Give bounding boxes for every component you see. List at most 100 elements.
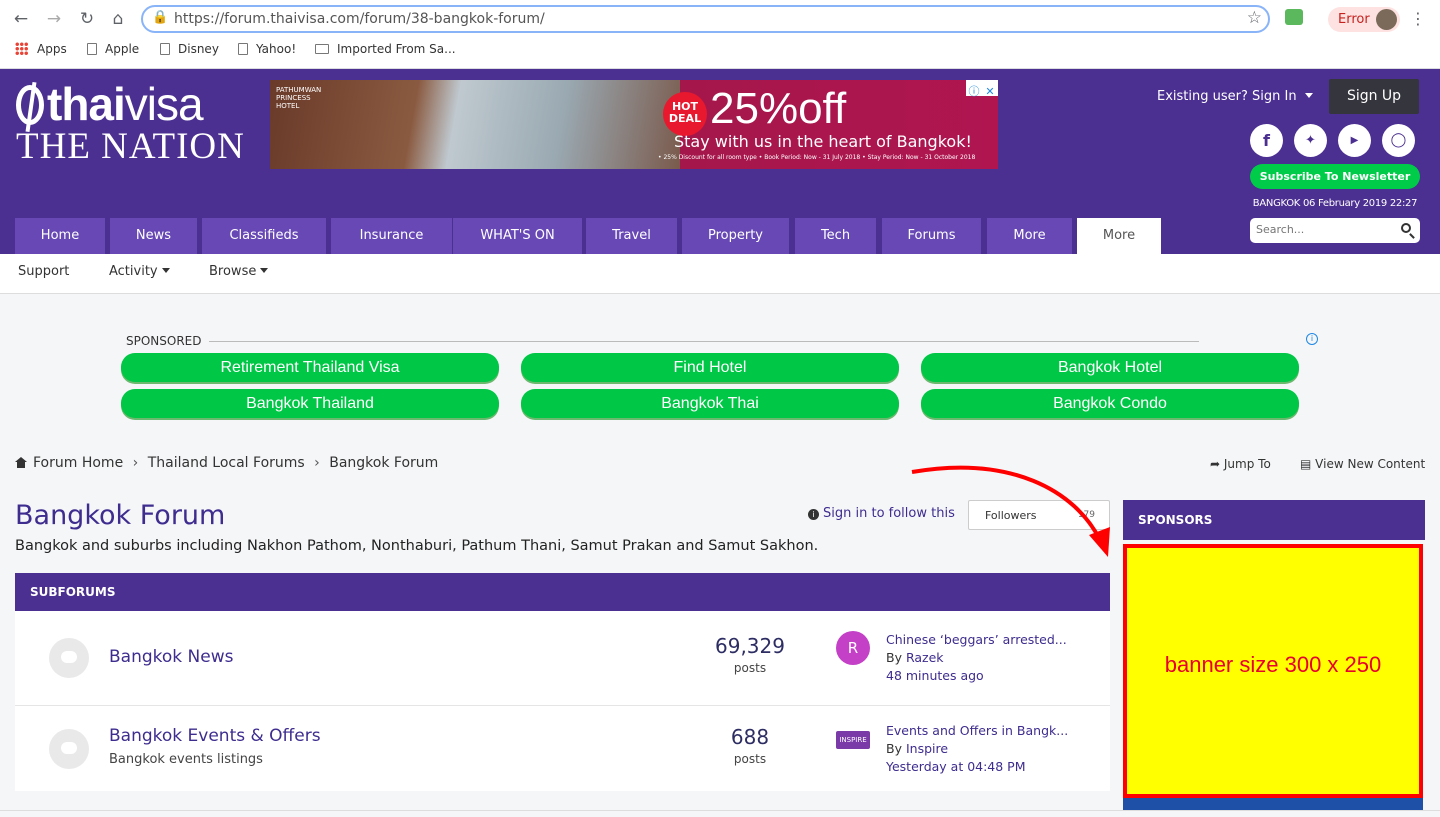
- logo-symbol-icon: [16, 85, 44, 125]
- post-count-label: posts: [733, 661, 767, 675]
- tab-travel[interactable]: Travel: [586, 218, 677, 254]
- ad-controls: ⓘ ✕: [966, 80, 998, 98]
- avatar[interactable]: R: [836, 631, 870, 665]
- adchoices-icon[interactable]: i: [1306, 333, 1318, 345]
- sign-up-button[interactable]: Sign Up: [1329, 79, 1419, 114]
- profile-error-button[interactable]: Error: [1328, 7, 1400, 32]
- bookmarks-bar: Apps Apple Disney Yahoo! Imported From S…: [0, 38, 1440, 63]
- chevron-right-icon: ›: [314, 455, 320, 471]
- sign-in-link[interactable]: Existing user? Sign In: [1157, 89, 1313, 104]
- tab-forums[interactable]: Forums: [882, 218, 981, 254]
- tab-insurance[interactable]: Insurance: [331, 218, 452, 254]
- twitter-icon[interactable]: ✦: [1294, 124, 1327, 157]
- forum-chat-icon: [49, 729, 89, 769]
- tab-whats-on[interactable]: WHAT'S ON: [453, 218, 582, 254]
- breadcrumb-bangkok-forum[interactable]: Bangkok Forum: [329, 455, 438, 471]
- followers-button[interactable]: Followers 179: [968, 500, 1110, 530]
- sponsored-link-bangkok-thai[interactable]: Bangkok Thai: [521, 389, 899, 418]
- last-post-author: By Inspire: [886, 741, 949, 756]
- apps-grid-icon: [15, 42, 28, 55]
- bookmark-imported[interactable]: Imported From Sa...: [315, 42, 456, 56]
- tab-classifieds[interactable]: Classifieds: [202, 218, 326, 254]
- instagram-icon[interactable]: ◯: [1382, 124, 1415, 157]
- tab-tech[interactable]: Tech: [795, 218, 876, 254]
- forum-chat-icon: [49, 638, 89, 678]
- info-icon: i: [808, 509, 819, 520]
- subscribe-newsletter-button[interactable]: Subscribe To Newsletter: [1250, 164, 1420, 189]
- sponsored-link-retirement[interactable]: Retirement Thailand Visa: [121, 353, 499, 382]
- sponsored-link-bangkok-thailand[interactable]: Bangkok Thailand: [121, 389, 499, 418]
- subnav-browse[interactable]: Browse: [209, 264, 269, 279]
- tab-more-active[interactable]: More: [1077, 218, 1161, 254]
- hotel-ad-banner[interactable]: PATHUMWAN PRINCESS HOTEL HOT DEAL 25%off…: [270, 80, 998, 169]
- ad-brand: PATHUMWAN PRINCESS HOTEL: [276, 86, 322, 110]
- last-post-time[interactable]: Yesterday at 04:48 PM: [886, 759, 1026, 774]
- share-icon: ➦: [1210, 457, 1221, 471]
- bookmark-yahoo[interactable]: Yahoo!: [238, 42, 296, 56]
- sponsored-label: SPONSORED: [126, 334, 202, 348]
- search-icon[interactable]: [1401, 223, 1411, 233]
- tab-news[interactable]: News: [110, 218, 197, 254]
- ad-close-icon[interactable]: ✕: [982, 84, 998, 100]
- tab-more[interactable]: More: [987, 218, 1072, 254]
- subforum-subtitle: Bangkok events listings: [109, 752, 263, 767]
- tab-property[interactable]: Property: [682, 218, 789, 254]
- breadcrumb-thailand-local[interactable]: Thailand Local Forums: [148, 455, 305, 471]
- sidebar-ad-strip: [1123, 798, 1423, 810]
- sub-navigation: Support Activity Browse: [0, 254, 1440, 294]
- thaivisa-logo[interactable]: thaivisa THE NATION: [16, 79, 266, 165]
- lock-icon: 🔒: [152, 10, 169, 25]
- subforum-name[interactable]: Bangkok News: [109, 647, 233, 667]
- adchoices-icon[interactable]: ⓘ: [966, 84, 982, 100]
- youtube-icon[interactable]: ▶: [1338, 124, 1371, 157]
- bookmark-apps[interactable]: Apps: [15, 42, 67, 56]
- newspaper-icon: ▤: [1300, 457, 1312, 471]
- followers-count: 179: [1077, 510, 1095, 520]
- facebook-icon[interactable]: f: [1250, 124, 1283, 157]
- ad-headline: 25%off: [710, 84, 847, 133]
- page-title: Bangkok Forum: [15, 500, 226, 531]
- banner-size-text: banner size 300 x 250: [1164, 652, 1382, 677]
- subforum-name[interactable]: Bangkok Events & Offers: [109, 726, 321, 746]
- view-new-content-link[interactable]: ▤ View New Content: [1300, 457, 1425, 471]
- last-post-time[interactable]: 48 minutes ago: [886, 668, 984, 683]
- extension-icon[interactable]: [1285, 9, 1303, 25]
- search-box[interactable]: [1250, 218, 1420, 243]
- sponsored-link-find-hotel[interactable]: Find Hotel: [521, 353, 899, 382]
- last-post-title[interactable]: Events and Offers in Bangk...: [886, 723, 1068, 738]
- banner-placeholder[interactable]: banner size 300 x 250: [1123, 544, 1423, 798]
- author-link[interactable]: Inspire: [906, 741, 948, 756]
- tab-home[interactable]: Home: [15, 218, 105, 254]
- hot-deal-badge: HOT DEAL: [663, 92, 707, 136]
- forward-icon[interactable]: →: [43, 8, 65, 30]
- home-icon[interactable]: ⌂: [107, 8, 129, 30]
- sponsored-link-bangkok-hotel[interactable]: Bangkok Hotel: [921, 353, 1299, 382]
- bookmark-apple[interactable]: Apple: [87, 42, 139, 56]
- page-icon: [160, 43, 170, 55]
- page-icon: [238, 43, 248, 55]
- subnav-activity[interactable]: Activity: [109, 264, 170, 279]
- back-icon[interactable]: ←: [10, 8, 32, 30]
- bookmark-star-icon[interactable]: ☆: [1247, 8, 1262, 28]
- sign-in-to-follow-link[interactable]: i Sign in to follow this: [808, 506, 955, 521]
- reload-icon[interactable]: ↻: [76, 8, 98, 30]
- jump-to-link[interactable]: ➦ Jump To: [1210, 457, 1271, 471]
- author-link[interactable]: Razek: [906, 650, 944, 665]
- post-count-label: posts: [733, 752, 767, 766]
- list-item: Bangkok Events & Offers Bangkok events l…: [15, 705, 1110, 795]
- address-bar[interactable]: 🔒 https://forum.thaivisa.com/forum/38-ba…: [141, 5, 1270, 33]
- post-count: 688: [730, 725, 770, 749]
- subnav-support[interactable]: Support: [18, 264, 69, 279]
- subforums-list: Bangkok News 69,329 posts R Chinese ‘beg…: [15, 611, 1110, 791]
- site-header: thaivisa THE NATION PATHUMWAN PRINCESS H…: [0, 69, 1440, 254]
- avatar[interactable]: INSPIRE: [836, 731, 870, 749]
- chevron-down-icon: [260, 268, 269, 273]
- last-post-title[interactable]: Chinese ‘beggars’ arrested...: [886, 632, 1067, 647]
- menu-kebab-icon[interactable]: ⋮: [1410, 9, 1426, 28]
- sponsored-link-bangkok-condo[interactable]: Bangkok Condo: [921, 389, 1299, 418]
- search-input[interactable]: [1256, 223, 1391, 236]
- divider: [0, 810, 1440, 817]
- breadcrumb-forum-home[interactable]: Forum Home: [33, 455, 123, 471]
- bookmark-disney[interactable]: Disney: [160, 42, 219, 56]
- url-text[interactable]: https://forum.thaivisa.com/forum/38-bang…: [174, 11, 545, 27]
